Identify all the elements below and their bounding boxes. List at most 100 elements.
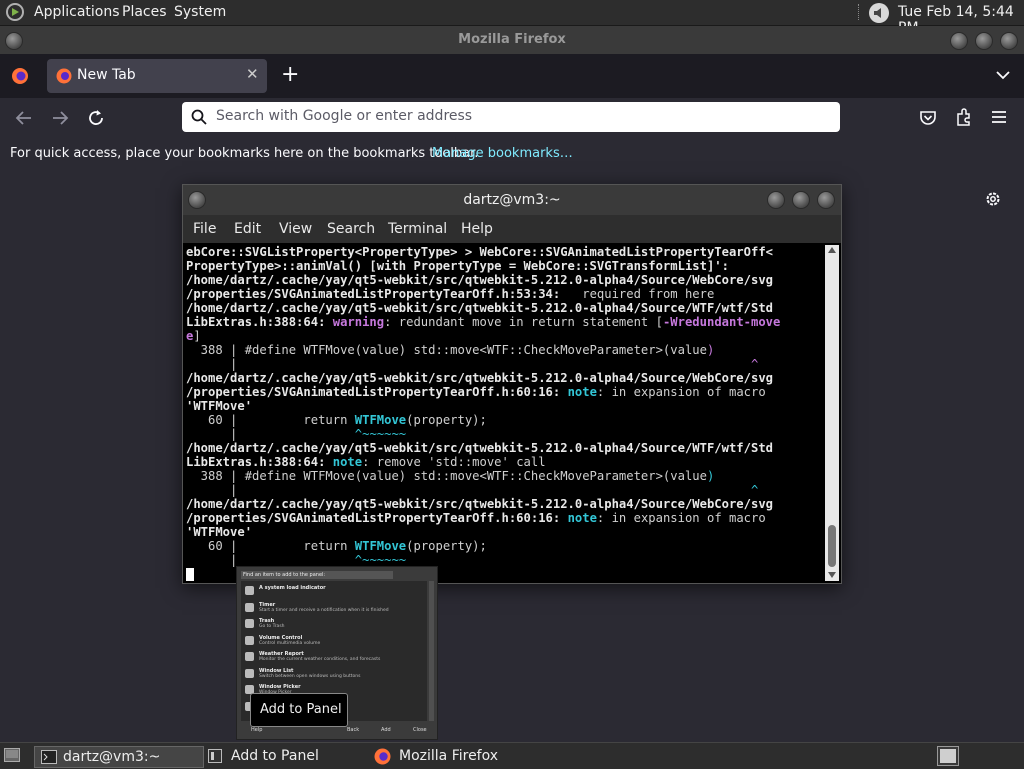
- terminal-line: LibExtras.h:388:64: warning: redundant m…: [186, 315, 828, 329]
- show-desktop-icon[interactable]: [4, 748, 20, 762]
- terminal-menu-help[interactable]: Help: [461, 221, 493, 237]
- terminal-text-segment: : remove 'std::move' call: [362, 455, 546, 469]
- applet-description: Control multimedia volume: [259, 640, 321, 646]
- terminal-text-segment: 'WTFMove': [186, 525, 253, 539]
- add-to-panel-item[interactable]: Weather Report Monitor the current weathe…: [243, 649, 425, 664]
- menu-system[interactable]: System: [174, 4, 226, 20]
- terminal-text-segment: 60 | return: [186, 413, 355, 427]
- terminal-minimize-button[interactable]: [767, 191, 785, 209]
- taskbar-add-to-panel-label: Add to Panel: [231, 748, 319, 764]
- gear-icon[interactable]: [984, 190, 1002, 208]
- pocket-icon[interactable]: [919, 109, 937, 127]
- close-button[interactable]: Close: [413, 727, 427, 733]
- terminal-text-segment: ): [706, 469, 715, 483]
- terminal-menu-terminal[interactable]: Terminal: [388, 221, 447, 237]
- add-to-panel-item[interactable]: A system load indicator: [243, 583, 425, 598]
- panel-separator: [858, 4, 861, 20]
- close-tab-icon[interactable]: ✕: [246, 65, 259, 83]
- search-icon: [191, 109, 207, 125]
- terminal-line: 60 | return WTFMove(property);: [186, 539, 828, 553]
- terminal-text-segment: LibExtras.h:388:64:: [186, 315, 333, 329]
- add-to-panel-header: Find an item to add to the panel:: [241, 571, 393, 579]
- terminal-menu-edit[interactable]: Edit: [234, 221, 261, 237]
- terminal-text-segment: /home/dartz/.cache/yay/qt5-webkit/src/qt…: [186, 371, 773, 385]
- terminal-scrollbar[interactable]: [825, 245, 839, 581]
- terminal-menu-search[interactable]: Search: [327, 221, 375, 237]
- terminal-text-segment: ebCore::SVGListProperty<PropertyType> > …: [186, 245, 773, 259]
- forward-arrow-icon[interactable]: [51, 110, 69, 126]
- terminal-line: /home/dartz/.cache/yay/qt5-webkit/src/qt…: [186, 497, 828, 511]
- terminal-title: dartz@vm3:~: [463, 192, 561, 208]
- terminal-line: /properties/SVGAnimatedListPropertyTearO…: [186, 385, 828, 399]
- menu-places[interactable]: Places: [122, 4, 167, 20]
- bottom-panel: dartz@vm3:~ Add to Panel Mozilla Firefox: [0, 742, 1024, 769]
- scroll-down-arrow-icon[interactable]: [828, 572, 836, 578]
- terminal-text-segment: ^: [751, 357, 759, 371]
- add-to-panel-scrollbar[interactable]: [429, 581, 434, 721]
- add-to-panel-item[interactable]: Window List Switch between open windows u…: [243, 666, 425, 681]
- list-all-tabs-icon[interactable]: [996, 70, 1010, 80]
- taskbar-item-add-to-panel[interactable]: Add to Panel: [206, 746, 366, 766]
- scroll-up-arrow-icon[interactable]: [828, 247, 836, 253]
- terminal-text-segment: -Wredundant-move: [662, 315, 781, 329]
- terminal-line: | ^~~~~~~: [186, 553, 828, 567]
- hamburger-menu-icon[interactable]: [991, 110, 1007, 124]
- close-window-button[interactable]: [1000, 32, 1018, 50]
- workspace-switcher-icon[interactable]: [937, 746, 959, 766]
- terminal-maximize-button[interactable]: [792, 191, 810, 209]
- terminal-titlebar[interactable]: dartz@vm3:~: [183, 185, 841, 215]
- terminal-line: LibExtras.h:388:64: note: remove 'std::m…: [186, 455, 828, 469]
- taskbar-terminal-label: dartz@vm3:~: [63, 749, 161, 765]
- applet-description: Monitor the current weather conditions, …: [259, 657, 381, 662]
- tab-new-tab[interactable]: New Tab ✕: [47, 59, 267, 93]
- manage-bookmarks-link[interactable]: Manage bookmarks…: [432, 146, 573, 161]
- minimize-button[interactable]: [950, 32, 968, 50]
- maximize-button[interactable]: [975, 32, 993, 50]
- terminal-text-segment: note: [567, 385, 597, 399]
- terminal-window[interactable]: dartz@vm3:~ File Edit View Search Termin…: [182, 184, 842, 584]
- extensions-icon[interactable]: [955, 108, 973, 126]
- bookmarks-hint: For quick access, place your bookmarks h…: [10, 146, 479, 161]
- terminal-line: /home/dartz/.cache/yay/qt5-webkit/src/qt…: [186, 441, 828, 455]
- terminal-text-segment: ^~~~~~~: [354, 553, 407, 567]
- terminal-text-segment: : in expansion of macro: [596, 385, 766, 399]
- terminal-cursor: [186, 568, 194, 581]
- scrollbar-thumb[interactable]: [828, 525, 836, 567]
- terminal-text-segment: LibExtras.h:388:64:: [186, 455, 333, 469]
- firefox-logo-icon: [56, 68, 72, 84]
- back-arrow-icon[interactable]: [15, 110, 33, 126]
- terminal-menu-view[interactable]: View: [279, 221, 312, 237]
- terminal-menubar: File Edit View Search Terminal Help: [183, 215, 841, 243]
- menu-applications[interactable]: Applications: [34, 4, 120, 20]
- back-button[interactable]: Back: [347, 727, 359, 733]
- terminal-line: e]: [186, 329, 828, 343]
- add-button[interactable]: Add: [381, 727, 391, 733]
- firefox-titlebar[interactable]: Mozilla Firefox: [0, 26, 1024, 54]
- applet-icon: [245, 619, 254, 628]
- applet-icon: [245, 668, 254, 678]
- add-to-panel-item[interactable]: Volume Control Control multimedia volume: [243, 633, 425, 648]
- terminal-close-button[interactable]: [817, 191, 835, 209]
- applet-description: Start a timer and receive a notification…: [259, 607, 389, 613]
- url-placeholder: Search with Google or enter address: [216, 108, 473, 124]
- terminal-line: PropertyType>::animVal() [with PropertyT…: [186, 259, 828, 273]
- reload-icon[interactable]: [87, 109, 105, 127]
- url-bar[interactable]: Search with Google or enter address: [182, 102, 840, 132]
- terminal-menu-file[interactable]: File: [193, 221, 216, 237]
- add-to-panel-item[interactable]: Trash Go to Trash: [243, 616, 425, 631]
- taskbar-item-terminal[interactable]: dartz@vm3:~: [34, 746, 204, 768]
- terminal-text-segment: 388 | #define WTFMove(value) std::move<W…: [186, 469, 707, 483]
- help-button[interactable]: Help: [251, 727, 262, 733]
- volume-icon[interactable]: [868, 2, 890, 24]
- new-tab-button[interactable]: +: [281, 62, 299, 87]
- terminal-line: | ^: [186, 357, 828, 371]
- applet-description: Go to Trash: [259, 624, 285, 629]
- applet-title: A system load indicator: [259, 585, 326, 591]
- firefox-view-icon[interactable]: [11, 67, 29, 85]
- add-to-panel-item[interactable]: Timer Start a timer and receive a notific…: [243, 600, 425, 615]
- terminal-text-segment: required from here: [560, 287, 715, 301]
- taskbar-item-firefox[interactable]: Mozilla Firefox: [372, 746, 542, 766]
- distro-logo-icon[interactable]: [5, 3, 25, 21]
- terminal-line: /home/dartz/.cache/yay/qt5-webkit/src/qt…: [186, 371, 828, 385]
- terminal-output[interactable]: ebCore::SVGListProperty<PropertyType> > …: [183, 245, 828, 581]
